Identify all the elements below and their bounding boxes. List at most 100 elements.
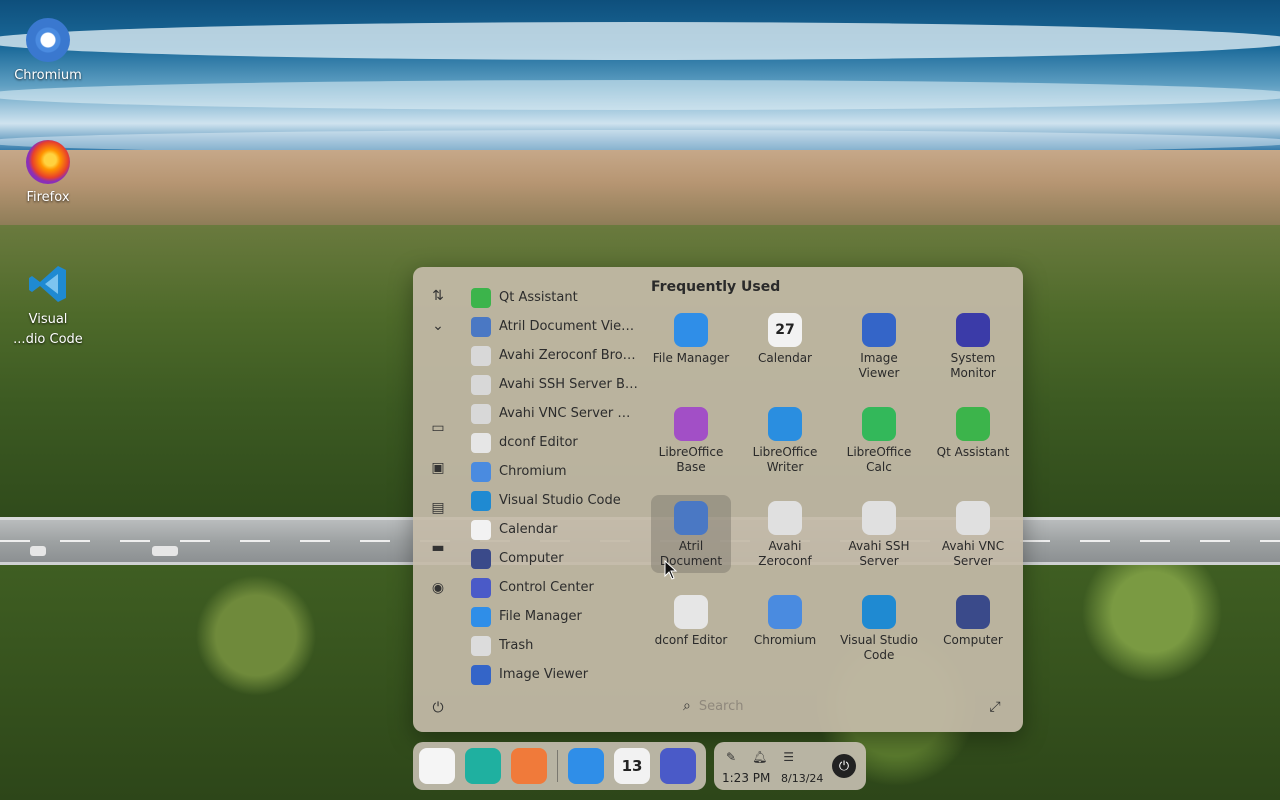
frequent-app-label: Image Viewer <box>858 351 900 380</box>
sort-icon[interactable]: ⇅ <box>427 285 449 307</box>
chevron-down-icon[interactable]: ⌄ <box>427 315 449 337</box>
app-list-item-label: Calendar <box>499 522 558 537</box>
file-manager-icon[interactable] <box>568 748 604 784</box>
frequent-app-tile[interactable]: LibreOffice Calc <box>839 401 919 479</box>
frequent-app-label: Avahi VNC Server <box>941 539 1005 568</box>
music-icon[interactable]: ◉ <box>427 577 449 599</box>
workspace-icon[interactable] <box>511 748 547 784</box>
toggles-icon[interactable]: ☰ <box>783 750 794 764</box>
frequent-app-tile[interactable]: Visual Studio Code <box>839 589 919 667</box>
control-center-icon <box>471 577 491 598</box>
wallpaper-wave <box>0 80 1280 110</box>
frequent-app-tile[interactable]: Avahi Zeroconf <box>745 495 825 573</box>
control-center-icon[interactable] <box>660 748 696 784</box>
desktop-icon-firefox[interactable]: Firefox <box>0 140 96 208</box>
chromium-icon <box>26 18 70 62</box>
app-launcher: ⇅ ⌄ ▭ ▣ ▤ ▬ ◉ ⏻ Qt Assistant Atril Docume… <box>413 267 1023 732</box>
power-icon[interactable]: ⏻ <box>427 697 449 719</box>
vscode-icon <box>26 262 70 306</box>
frequent-app-tile[interactable]: LibreOffice Writer <box>745 401 825 479</box>
network-icon <box>862 501 896 535</box>
frequent-app-label: Avahi Zeroconf <box>758 539 812 568</box>
frequent-app-tile[interactable]: Avahi VNC Server <box>933 495 1013 573</box>
vscode-icon <box>471 490 491 511</box>
app-list-item[interactable]: Atril Document Viewer <box>471 312 643 341</box>
dock: 13 <box>413 742 706 790</box>
frequent-app-label: Qt Assistant <box>936 445 1010 459</box>
frequent-app-label: Avahi SSH Server <box>848 539 910 568</box>
bell-icon[interactable]: 🔔︎ <box>752 750 767 764</box>
clock-time[interactable]: 1:23 PM <box>722 771 770 785</box>
system-monitor-icon <box>956 313 990 347</box>
app-list-item[interactable]: Control Center <box>471 573 643 602</box>
system-tray: ✎ 🔔︎ ☰ 1:23 PM 8/13/24 ⏻ <box>714 742 866 790</box>
atril-icon <box>471 316 491 337</box>
frequent-app-label: dconf Editor <box>654 633 728 647</box>
frequent-app-tile[interactable]: Image Viewer <box>839 307 919 385</box>
launcher-icon[interactable] <box>419 748 455 784</box>
frequent-app-tile[interactable]: Chromium <box>745 589 825 667</box>
computer-icon <box>471 548 491 569</box>
expand-icon[interactable]: ⤢ <box>985 697 1005 717</box>
document-icon[interactable]: ▤ <box>427 497 449 519</box>
frequent-app-label: LibreOffice Writer <box>752 445 818 474</box>
firefox-icon <box>26 140 70 184</box>
frequent-app-tile[interactable]: Atril Document <box>651 495 731 573</box>
shutdown-icon[interactable]: ⏻ <box>832 754 856 778</box>
frequent-app-tile[interactable]: Computer <box>933 589 1013 667</box>
multitasking-icon[interactable] <box>465 748 501 784</box>
app-list-item[interactable]: Avahi Zeroconf Browser <box>471 341 643 370</box>
search-icon: ⌕ <box>683 698 691 714</box>
app-list-item-label: Atril Document Viewer <box>499 319 639 334</box>
frequent-app-tile[interactable]: 27 Calendar <box>745 307 825 385</box>
image-viewer-icon <box>471 664 491 685</box>
mouse-cursor <box>664 560 678 580</box>
frequent-app-tile[interactable]: File Manager <box>651 307 731 385</box>
app-list-item-label: Image Viewer <box>499 667 589 682</box>
app-list-item-label: Computer <box>499 551 564 566</box>
desktop-icon-label: Visual ...dio Code <box>13 312 83 347</box>
wallpaper-wave <box>0 22 1280 60</box>
app-list-item[interactable]: File Manager <box>471 602 643 631</box>
frequent-app-tile[interactable]: Qt Assistant <box>933 401 1013 479</box>
app-list-item-label: Visual Studio Code <box>499 493 621 508</box>
frequent-app-tile[interactable]: dconf Editor <box>651 589 731 667</box>
app-list-item[interactable]: Visual Studio Code <box>471 486 643 515</box>
app-list-item[interactable]: dconf Editor <box>471 428 643 457</box>
desktop-icon-vscode[interactable]: Visual ...dio Code <box>0 262 96 350</box>
monitor-icon[interactable]: ▭ <box>427 417 449 439</box>
trash-icon <box>471 635 491 656</box>
clock-date[interactable]: 8/13/24 <box>781 772 823 785</box>
search-input[interactable] <box>698 698 859 714</box>
app-list-item[interactable]: Calendar <box>471 515 643 544</box>
drive-icon[interactable]: ▬ <box>427 537 449 559</box>
computer-icon <box>956 595 990 629</box>
network-icon <box>956 501 990 535</box>
app-list-item[interactable]: Computer <box>471 544 643 573</box>
frequent-app-label: Visual Studio Code <box>840 633 918 662</box>
frequent-app-label: System Monitor <box>950 351 996 380</box>
desktop-icon-chromium[interactable]: Chromium <box>0 18 96 86</box>
frequent-app-tile[interactable]: Avahi SSH Server <box>839 495 919 573</box>
calendar-icon[interactable]: 13 <box>614 748 650 784</box>
app-list-item[interactable]: Trash <box>471 631 643 660</box>
pen-icon[interactable]: ✎ <box>726 750 736 764</box>
libreoffice-base-icon <box>674 407 708 441</box>
app-list-item[interactable]: Qt Assistant <box>471 283 643 312</box>
desktop-icon-label: Chromium <box>14 68 82 83</box>
app-list-item[interactable]: Avahi SSH Server Brow… <box>471 370 643 399</box>
network-icon <box>768 501 802 535</box>
app-list-item[interactable]: Chromium <box>471 457 643 486</box>
launcher-sidebar: ⇅ ⌄ ▭ ▣ ▤ ▬ ◉ <box>413 267 463 732</box>
app-list-item[interactable]: Avahi VNC Server Bro… <box>471 399 643 428</box>
frequent-app-label: LibreOffice Base <box>658 445 724 474</box>
frequent-app-tile[interactable]: System Monitor <box>933 307 1013 385</box>
wallpaper-car <box>152 546 178 556</box>
network-icon <box>471 374 491 395</box>
app-list-item[interactable]: Image Viewer <box>471 660 643 689</box>
search-box[interactable]: ⌕ <box>683 695 883 717</box>
qt-assistant-icon <box>471 287 491 308</box>
frequent-app-tile[interactable]: LibreOffice Base <box>651 401 731 479</box>
qt-assistant-icon <box>956 407 990 441</box>
image-icon[interactable]: ▣ <box>427 457 449 479</box>
